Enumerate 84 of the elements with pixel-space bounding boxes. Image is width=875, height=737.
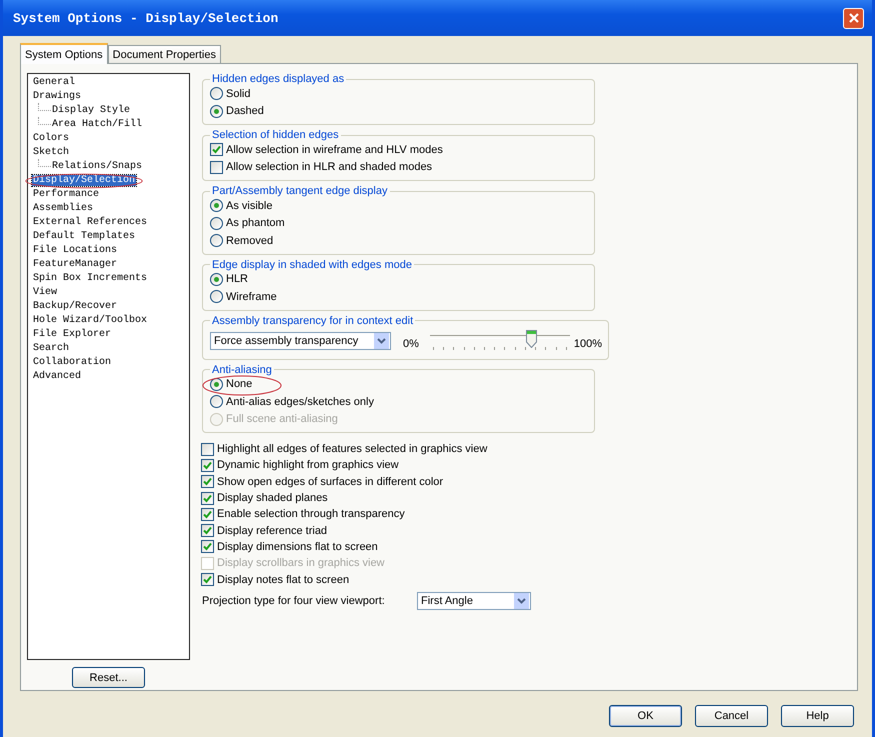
tree-item[interactable]: Default Templates: [32, 230, 136, 242]
radio-label: None: [226, 378, 252, 390]
tree-item[interactable]: Advanced: [32, 370, 82, 382]
checkbox-label: Display scrollbars in graphics view: [217, 557, 385, 570]
dialog-button[interactable]: Help: [781, 705, 854, 727]
slider-min-label: 0%: [403, 338, 419, 350]
checkbox[interactable]: [201, 458, 214, 472]
group-title: Edge display in shaded with edges mode: [211, 258, 413, 270]
tree-item[interactable]: External References: [32, 216, 148, 228]
slider-max-label: 100%: [574, 338, 602, 350]
checkbox[interactable]: [210, 143, 223, 156]
radio-label: Dashed: [226, 105, 264, 118]
window-title: System Options - Display/Selection: [13, 10, 278, 26]
tree-item[interactable]: Colors: [32, 132, 70, 144]
checkbox-label: Show open edges of surfaces in different color: [217, 476, 444, 488]
close-button[interactable]: [843, 8, 864, 28]
checkbox[interactable]: [210, 160, 223, 174]
tab[interactable]: System Options: [20, 43, 108, 64]
tree-item[interactable]: General: [32, 76, 76, 88]
slider-thumb[interactable]: [526, 330, 537, 348]
radio-button[interactable]: [210, 378, 223, 391]
close-icon: [848, 12, 860, 24]
tree-item[interactable]: Sketch: [32, 146, 70, 158]
checkbox[interactable]: [201, 508, 214, 521]
radio-button[interactable]: [210, 199, 223, 212]
checkbox[interactable]: [201, 442, 214, 456]
dropdown[interactable]: Force assembly transparency: [210, 332, 391, 350]
checkbox-label: Highlight all edges of features selected in graphics view: [217, 443, 488, 456]
checkbox-label: Allow selection in HLR and shaded modes: [226, 161, 432, 174]
group-title: Hidden edges displayed as: [211, 73, 346, 85]
checkbox[interactable]: [201, 524, 214, 538]
checkbox-label: Allow selection in wireframe and HLV modes: [226, 144, 443, 156]
radio-label: As phantom: [226, 217, 285, 230]
radio-label: Solid: [226, 88, 250, 100]
radio-button[interactable]: [210, 87, 223, 100]
radio-button[interactable]: [210, 290, 223, 304]
tree-item[interactable]: Backup/Recover: [32, 300, 118, 312]
radio-label: Full scene anti-aliasing: [226, 413, 338, 426]
checkbox[interactable]: [201, 540, 214, 554]
dialog-button[interactable]: Cancel: [695, 705, 768, 727]
checkbox[interactable]: [201, 492, 214, 505]
tree-item[interactable]: Performance: [32, 188, 100, 200]
dropdown[interactable]: First Angle: [417, 592, 531, 610]
tree-item[interactable]: Display Style: [51, 104, 132, 116]
radio-label: Removed: [226, 234, 274, 247]
tree-item[interactable]: File Locations: [32, 244, 118, 256]
tree-item[interactable]: Hole Wizard/Toolbox: [32, 314, 148, 326]
group-title: Selection of hidden edges: [211, 129, 340, 141]
radio-button[interactable]: [210, 234, 223, 248]
checkbox[interactable]: [201, 573, 214, 586]
group-title: Anti-aliasing: [211, 364, 273, 376]
radio-button[interactable]: [210, 216, 223, 230]
checkbox-label: Enable selection through transparency: [217, 508, 405, 520]
checkbox-label: Display shaded planes: [217, 492, 328, 504]
tree-item[interactable]: View: [32, 286, 58, 298]
tree-item[interactable]: FeatureManager: [32, 258, 118, 270]
checkbox-label: Display reference triad: [217, 524, 328, 537]
radio-label: As visible: [226, 200, 272, 212]
tree-item[interactable]: File Explorer: [32, 328, 112, 340]
radio-button[interactable]: [210, 395, 223, 408]
checkbox[interactable]: [201, 475, 214, 488]
tree-item[interactable]: Spin Box Increments: [32, 272, 148, 284]
tab[interactable]: Document Properties: [108, 45, 221, 63]
tree-item[interactable]: Search: [32, 342, 70, 354]
checkbox-label: Dynamic highlight from graphics view: [217, 459, 399, 472]
group-title: Assembly transparency for in context edit: [211, 314, 414, 326]
reset-button[interactable]: Reset...: [72, 667, 145, 688]
radio-label: HLR: [226, 273, 248, 286]
radio-button[interactable]: [210, 104, 223, 118]
radio-label: Wireframe: [226, 290, 277, 303]
group-title: Part/Assembly tangent edge display: [211, 185, 388, 197]
slider[interactable]: [430, 330, 570, 352]
tree-item[interactable]: Relations/Snaps: [51, 160, 144, 172]
tree-item[interactable]: Area Hatch/Fill: [51, 118, 144, 130]
dialog-button[interactable]: OK: [609, 705, 682, 727]
checkbox-label: Display dimensions flat to screen: [217, 540, 378, 553]
field-label: Projection type for four view viewport:: [202, 594, 386, 607]
radio-button[interactable]: [210, 272, 223, 286]
tree-item[interactable]: Assemblies: [32, 202, 94, 214]
checkbox-label: Display notes flat to screen: [217, 574, 350, 586]
tree-item[interactable]: Display/Selection: [32, 174, 136, 186]
tree-item[interactable]: Collaboration: [32, 356, 112, 368]
radio-label: Anti-alias edges/sketches only: [226, 396, 374, 408]
tree-item[interactable]: Drawings: [32, 90, 82, 102]
